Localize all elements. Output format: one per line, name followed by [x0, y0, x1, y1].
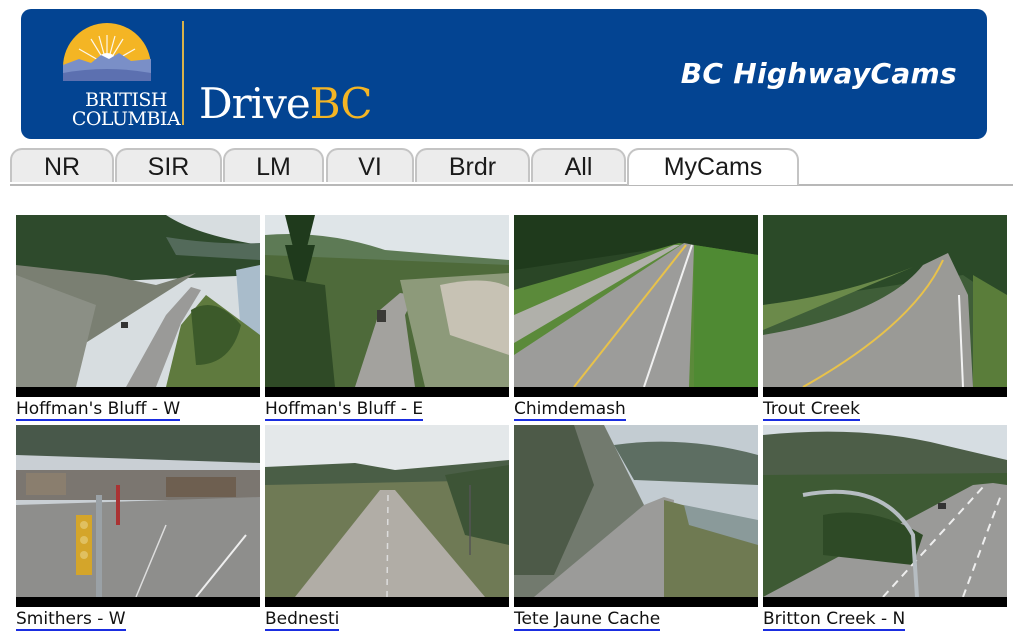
region-tabs: NR SIR LM VI Brdr All MyCams — [10, 147, 1013, 186]
image-bar — [265, 387, 509, 397]
camera-image[interactable] — [514, 215, 758, 387]
tab-lm[interactable]: LM — [223, 148, 324, 182]
camera-link[interactable]: Chimdemash — [514, 400, 626, 421]
camera-image[interactable] — [265, 215, 509, 387]
tab-nr[interactable]: NR — [10, 148, 114, 182]
camera-card: Smithers - W — [16, 425, 260, 631]
camera-link[interactable]: Hoffman's Bluff - W — [16, 400, 181, 421]
camera-link[interactable]: Trout Creek — [763, 400, 860, 421]
camera-card: Trout Creek — [763, 215, 1007, 421]
image-bar — [16, 597, 260, 607]
camera-link[interactable]: Britton Creek - N — [763, 610, 906, 631]
british-columbia-logo[interactable]: BRITISH COLUMBIA — [59, 21, 183, 133]
image-bar — [763, 597, 1007, 607]
camera-link[interactable]: Smithers - W — [16, 610, 126, 631]
camera-image[interactable] — [763, 215, 1007, 387]
tab-sir[interactable]: SIR — [115, 148, 222, 182]
camera-card: Bednesti — [265, 425, 509, 631]
logo-line2: COLUMBIA — [71, 108, 181, 130]
camera-card: Britton Creek - N — [763, 425, 1007, 631]
camera-image[interactable] — [16, 215, 260, 387]
tab-all[interactable]: All — [531, 148, 626, 182]
header-banner: BRITISH COLUMBIA DriveBC BC HighwayCams — [21, 9, 987, 139]
image-bar — [514, 387, 758, 397]
image-bar — [514, 597, 758, 607]
image-bar — [763, 387, 1007, 397]
brand-drive: Drive — [199, 79, 311, 128]
camera-link[interactable]: Bednesti — [265, 610, 340, 631]
logo-text: BRITISH COLUMBIA — [59, 91, 193, 129]
tab-vi[interactable]: VI — [326, 148, 414, 182]
sun-mountains-icon — [63, 23, 151, 81]
image-bar — [265, 597, 509, 607]
camera-card: Tete Jaune Cache — [514, 425, 758, 631]
camera-image[interactable] — [16, 425, 260, 597]
drivebc-wordmark[interactable]: DriveBC — [199, 79, 373, 128]
image-bar — [16, 387, 260, 397]
camera-card: Hoffman's Bluff - E — [265, 215, 509, 421]
camera-link[interactable]: Hoffman's Bluff - E — [265, 400, 424, 421]
camera-card: Chimdemash — [514, 215, 758, 421]
camera-image[interactable] — [763, 425, 1007, 597]
camera-link[interactable]: Tete Jaune Cache — [514, 610, 661, 631]
tab-brdr[interactable]: Brdr — [415, 148, 530, 182]
camera-image[interactable] — [514, 425, 758, 597]
logo-divider — [182, 21, 184, 125]
camera-card: Hoffman's Bluff - W — [16, 215, 260, 421]
brand-bc: BC — [309, 79, 373, 128]
site-title: BC HighwayCams — [680, 57, 957, 90]
camera-image[interactable] — [265, 425, 509, 597]
tab-mycams[interactable]: MyCams — [627, 148, 799, 185]
